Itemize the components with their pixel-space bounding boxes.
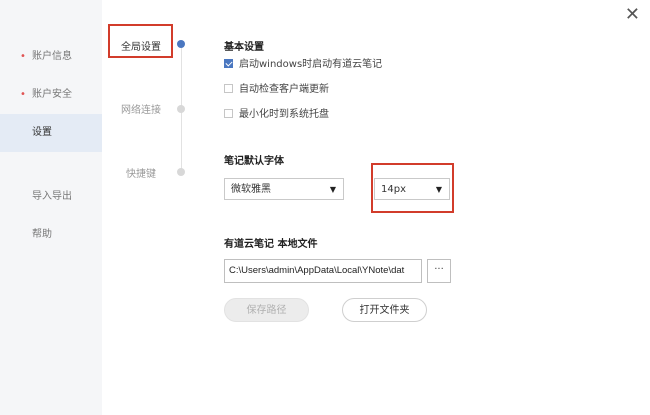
sidebar-item-help[interactable]: 帮助	[0, 216, 102, 254]
default-font-title: 笔记默认字体	[224, 156, 284, 167]
sidebar-item-label: 帮助	[32, 229, 52, 240]
option-label: 自动检查客户端更新	[239, 84, 329, 95]
highlight-box	[108, 24, 173, 58]
sidebar-item-label: 导入导出	[32, 191, 72, 202]
tab-indicator-dot	[177, 105, 185, 113]
open-folder-button[interactable]: 打开文件夹	[342, 298, 427, 322]
sidebar: • 账户信息 • 账户安全 设置 导入导出 帮助	[0, 0, 102, 415]
tab-indicator-dot	[177, 168, 185, 176]
option-label: 最小化时到系统托盘	[239, 109, 329, 120]
option-auto-update[interactable]: 自动检查客户端更新	[224, 83, 329, 97]
bullet-icon: •	[20, 89, 26, 100]
storage-title: 有道云笔记 本地文件	[224, 239, 318, 250]
sidebar-item-label: 账户安全	[32, 89, 72, 100]
font-family-select[interactable]: 微软雅黑 ▼	[224, 178, 344, 200]
checkbox[interactable]	[224, 108, 233, 118]
option-minimize-to-tray[interactable]: 最小化时到系统托盘	[224, 108, 329, 122]
highlight-box	[371, 163, 454, 213]
sidebar-item-account-security[interactable]: • 账户安全	[0, 76, 102, 114]
tab-shortcuts[interactable]: 快捷键	[110, 165, 172, 180]
tab-indicator-dot	[177, 40, 185, 48]
option-launch-on-startup[interactable]: 启动windows时启动有道云笔记	[224, 58, 382, 72]
close-icon[interactable]: ✕	[625, 4, 640, 25]
sidebar-item-label: 账户信息	[32, 51, 72, 62]
sidebar-item-settings[interactable]: 设置	[0, 114, 102, 152]
dropdown-arrow-icon: ▼	[329, 185, 336, 194]
basic-settings-title: 基本设置	[224, 42, 264, 53]
sidebar-item-import-export[interactable]: 导入导出	[0, 178, 102, 216]
checkbox[interactable]	[224, 83, 233, 93]
sidebar-item-account-info[interactable]: • 账户信息	[0, 38, 102, 76]
sidebar-item-label: 设置	[32, 127, 52, 138]
save-path-button[interactable]: 保存路径	[224, 298, 309, 322]
tab-network[interactable]: 网络连接	[110, 101, 172, 116]
browse-button[interactable]: ···	[427, 259, 451, 283]
option-label: 启动windows时启动有道云笔记	[239, 59, 383, 70]
font-family-value: 微软雅黑	[231, 184, 271, 195]
local-path-input[interactable]: C:\Users\admin\AppData\Local\YNote\dat	[224, 259, 422, 283]
bullet-icon: •	[20, 51, 26, 62]
checkbox-checked[interactable]	[224, 58, 233, 68]
